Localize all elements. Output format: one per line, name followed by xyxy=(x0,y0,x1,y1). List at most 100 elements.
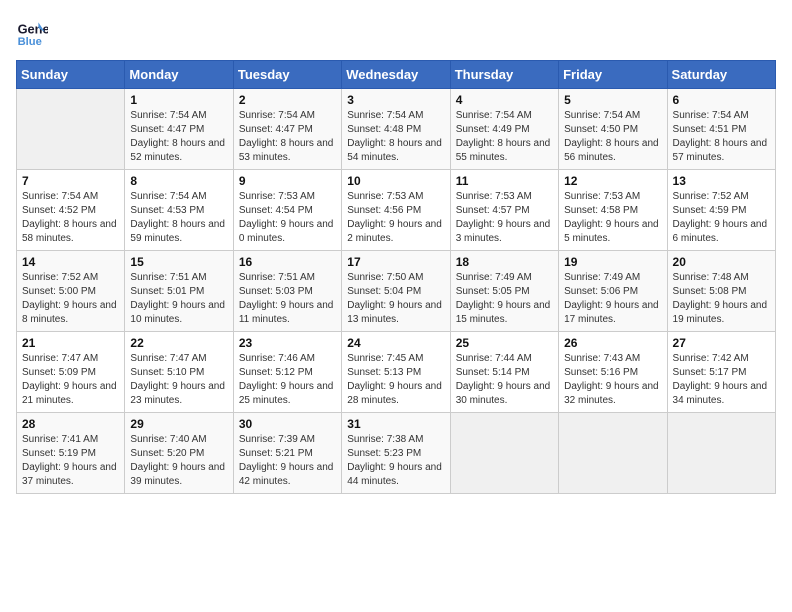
calendar-day-cell: 7 Sunrise: 7:54 AMSunset: 4:52 PMDaylight… xyxy=(17,170,125,251)
day-number: 14 xyxy=(22,255,119,269)
day-info: Sunrise: 7:41 AMSunset: 5:19 PMDaylight:… xyxy=(22,433,119,489)
calendar-day-cell: 30 Sunrise: 7:39 AMSunset: 5:21 PMDayligh… xyxy=(233,413,341,494)
calendar-day-cell: 18 Sunrise: 7:49 AMSunset: 5:05 PMDayligh… xyxy=(450,251,558,332)
day-info: Sunrise: 7:53 AMSunset: 4:54 PMDaylight:… xyxy=(239,190,336,246)
day-info: Sunrise: 7:45 AMSunset: 5:13 PMDaylight:… xyxy=(347,352,444,408)
day-info: Sunrise: 7:42 AMSunset: 5:17 PMDaylight:… xyxy=(673,352,770,408)
calendar-day-cell xyxy=(667,413,775,494)
day-number: 1 xyxy=(130,93,227,107)
day-info: Sunrise: 7:54 AMSunset: 4:50 PMDaylight:… xyxy=(564,109,661,165)
calendar-day-cell xyxy=(17,89,125,170)
weekday-header-row: SundayMondayTuesdayWednesdayThursdayFrid… xyxy=(17,61,776,89)
calendar-week-row: 14 Sunrise: 7:52 AMSunset: 5:00 PMDayligh… xyxy=(17,251,776,332)
day-number: 7 xyxy=(22,174,119,188)
day-info: Sunrise: 7:44 AMSunset: 5:14 PMDaylight:… xyxy=(456,352,553,408)
day-info: Sunrise: 7:40 AMSunset: 5:20 PMDaylight:… xyxy=(130,433,227,489)
calendar-day-cell: 1Sunrise: 7:54 AMSunset: 4:47 PMDaylight… xyxy=(125,89,233,170)
calendar-day-cell: 8 Sunrise: 7:54 AMSunset: 4:53 PMDaylight… xyxy=(125,170,233,251)
calendar-week-row: 7 Sunrise: 7:54 AMSunset: 4:52 PMDaylight… xyxy=(17,170,776,251)
calendar-day-cell xyxy=(450,413,558,494)
calendar-day-cell: 9 Sunrise: 7:53 AMSunset: 4:54 PMDaylight… xyxy=(233,170,341,251)
calendar-day-cell: 25 Sunrise: 7:44 AMSunset: 5:14 PMDayligh… xyxy=(450,332,558,413)
day-number: 29 xyxy=(130,417,227,431)
day-info: Sunrise: 7:49 AMSunset: 5:06 PMDaylight:… xyxy=(564,271,661,327)
day-number: 2 xyxy=(239,93,336,107)
weekday-header-cell: Saturday xyxy=(667,61,775,89)
day-number: 21 xyxy=(22,336,119,350)
calendar-week-row: 1 Sunrise: 7:54 AMSunset: 4:47 PMDaylight… xyxy=(17,89,776,170)
day-info: Sunrise: 7:52 AMSunset: 4:59 PMDaylight:… xyxy=(673,190,770,246)
calendar-day-cell: 27 Sunrise: 7:42 AMSunset: 5:17 PMDayligh… xyxy=(667,332,775,413)
day-number: 10 xyxy=(347,174,444,188)
day-info: Sunrise: 7:54 AMSunset: 4:47 PMDaylight:… xyxy=(239,109,336,165)
day-number: 24 xyxy=(347,336,444,350)
calendar-day-cell: 11 Sunrise: 7:53 AMSunset: 4:57 PMDayligh… xyxy=(450,170,558,251)
calendar-day-cell: 10Sunrise: 7:53 AMSunset: 4:56 PMDayligh… xyxy=(342,170,450,251)
day-info: Sunrise: 7:38 AMSunset: 5:23 PMDaylight:… xyxy=(347,433,444,489)
calendar-day-cell: 31 Sunrise: 7:38 AMSunset: 5:23 PMDayligh… xyxy=(342,413,450,494)
day-info: Sunrise: 7:53 AMSunset: 4:57 PMDaylight:… xyxy=(456,190,553,246)
calendar-day-cell: 16Sunrise: 7:51 AMSunset: 5:03 PMDayligh… xyxy=(233,251,341,332)
calendar-day-cell: 29 Sunrise: 7:40 AMSunset: 5:20 PMDayligh… xyxy=(125,413,233,494)
weekday-header-cell: Tuesday xyxy=(233,61,341,89)
day-info: Sunrise: 7:51 AMSunset: 5:01 PMDaylight:… xyxy=(130,271,227,327)
day-number: 17 xyxy=(347,255,444,269)
calendar-day-cell: 21Sunrise: 7:47 AMSunset: 5:09 PMDayligh… xyxy=(17,332,125,413)
calendar-day-cell: 19 Sunrise: 7:49 AMSunset: 5:06 PMDayligh… xyxy=(559,251,667,332)
day-number: 6 xyxy=(673,93,770,107)
day-number: 15 xyxy=(130,255,227,269)
calendar-week-row: 28 Sunrise: 7:41 AMSunset: 5:19 PMDayligh… xyxy=(17,413,776,494)
calendar-table: SundayMondayTuesdayWednesdayThursdayFrid… xyxy=(16,60,776,494)
day-info: Sunrise: 7:54 AMSunset: 4:52 PMDaylight:… xyxy=(22,190,119,246)
day-number: 5 xyxy=(564,93,661,107)
day-number: 31 xyxy=(347,417,444,431)
day-number: 19 xyxy=(564,255,661,269)
calendar-day-cell: 23Sunrise: 7:46 AMSunset: 5:12 PMDayligh… xyxy=(233,332,341,413)
day-number: 20 xyxy=(673,255,770,269)
day-number: 27 xyxy=(673,336,770,350)
day-info: Sunrise: 7:54 AMSunset: 4:49 PMDaylight:… xyxy=(456,109,553,165)
day-number: 4 xyxy=(456,93,553,107)
weekday-header-cell: Friday xyxy=(559,61,667,89)
svg-text:Blue: Blue xyxy=(18,36,42,48)
weekday-header-cell: Sunday xyxy=(17,61,125,89)
day-number: 22 xyxy=(130,336,227,350)
calendar-day-cell: 28 Sunrise: 7:41 AMSunset: 5:19 PMDayligh… xyxy=(17,413,125,494)
day-number: 12 xyxy=(564,174,661,188)
calendar-day-cell: 6 Sunrise: 7:54 AMSunset: 4:51 PMDaylight… xyxy=(667,89,775,170)
day-number: 23 xyxy=(239,336,336,350)
weekday-header-cell: Wednesday xyxy=(342,61,450,89)
weekday-header-cell: Thursday xyxy=(450,61,558,89)
weekday-header-cell: Monday xyxy=(125,61,233,89)
calendar-day-cell xyxy=(559,413,667,494)
calendar-week-row: 21Sunrise: 7:47 AMSunset: 5:09 PMDayligh… xyxy=(17,332,776,413)
calendar-day-cell: 17Sunrise: 7:50 AMSunset: 5:04 PMDayligh… xyxy=(342,251,450,332)
day-number: 9 xyxy=(239,174,336,188)
calendar-day-cell: 15 Sunrise: 7:51 AMSunset: 5:01 PMDayligh… xyxy=(125,251,233,332)
day-info: Sunrise: 7:54 AMSunset: 4:51 PMDaylight:… xyxy=(673,109,770,165)
day-info: Sunrise: 7:51 AMSunset: 5:03 PMDaylight:… xyxy=(239,271,336,327)
day-info: Sunrise: 7:39 AMSunset: 5:21 PMDaylight:… xyxy=(239,433,336,489)
logo: General Blue xyxy=(16,16,48,48)
page-header: General Blue xyxy=(16,16,776,48)
day-info: Sunrise: 7:52 AMSunset: 5:00 PMDaylight:… xyxy=(22,271,119,327)
day-info: Sunrise: 7:49 AMSunset: 5:05 PMDaylight:… xyxy=(456,271,553,327)
logo-icon: General Blue xyxy=(16,16,48,48)
day-number: 28 xyxy=(22,417,119,431)
calendar-day-cell: 12Sunrise: 7:53 AMSunset: 4:58 PMDayligh… xyxy=(559,170,667,251)
day-info: Sunrise: 7:54 AMSunset: 4:53 PMDaylight:… xyxy=(130,190,227,246)
day-number: 3 xyxy=(347,93,444,107)
calendar-day-cell: 5 Sunrise: 7:54 AMSunset: 4:50 PMDaylight… xyxy=(559,89,667,170)
day-number: 8 xyxy=(130,174,227,188)
day-number: 25 xyxy=(456,336,553,350)
calendar-day-cell: 2 Sunrise: 7:54 AMSunset: 4:47 PMDaylight… xyxy=(233,89,341,170)
day-info: Sunrise: 7:43 AMSunset: 5:16 PMDaylight:… xyxy=(564,352,661,408)
day-info: Sunrise: 7:54 AMSunset: 4:48 PMDaylight:… xyxy=(347,109,444,165)
day-number: 30 xyxy=(239,417,336,431)
svg-text:General: General xyxy=(18,22,48,37)
calendar-day-cell: 13Sunrise: 7:52 AMSunset: 4:59 PMDayligh… xyxy=(667,170,775,251)
day-info: Sunrise: 7:47 AMSunset: 5:10 PMDaylight:… xyxy=(130,352,227,408)
day-number: 18 xyxy=(456,255,553,269)
calendar-day-cell: 26Sunrise: 7:43 AMSunset: 5:16 PMDayligh… xyxy=(559,332,667,413)
day-number: 11 xyxy=(456,174,553,188)
